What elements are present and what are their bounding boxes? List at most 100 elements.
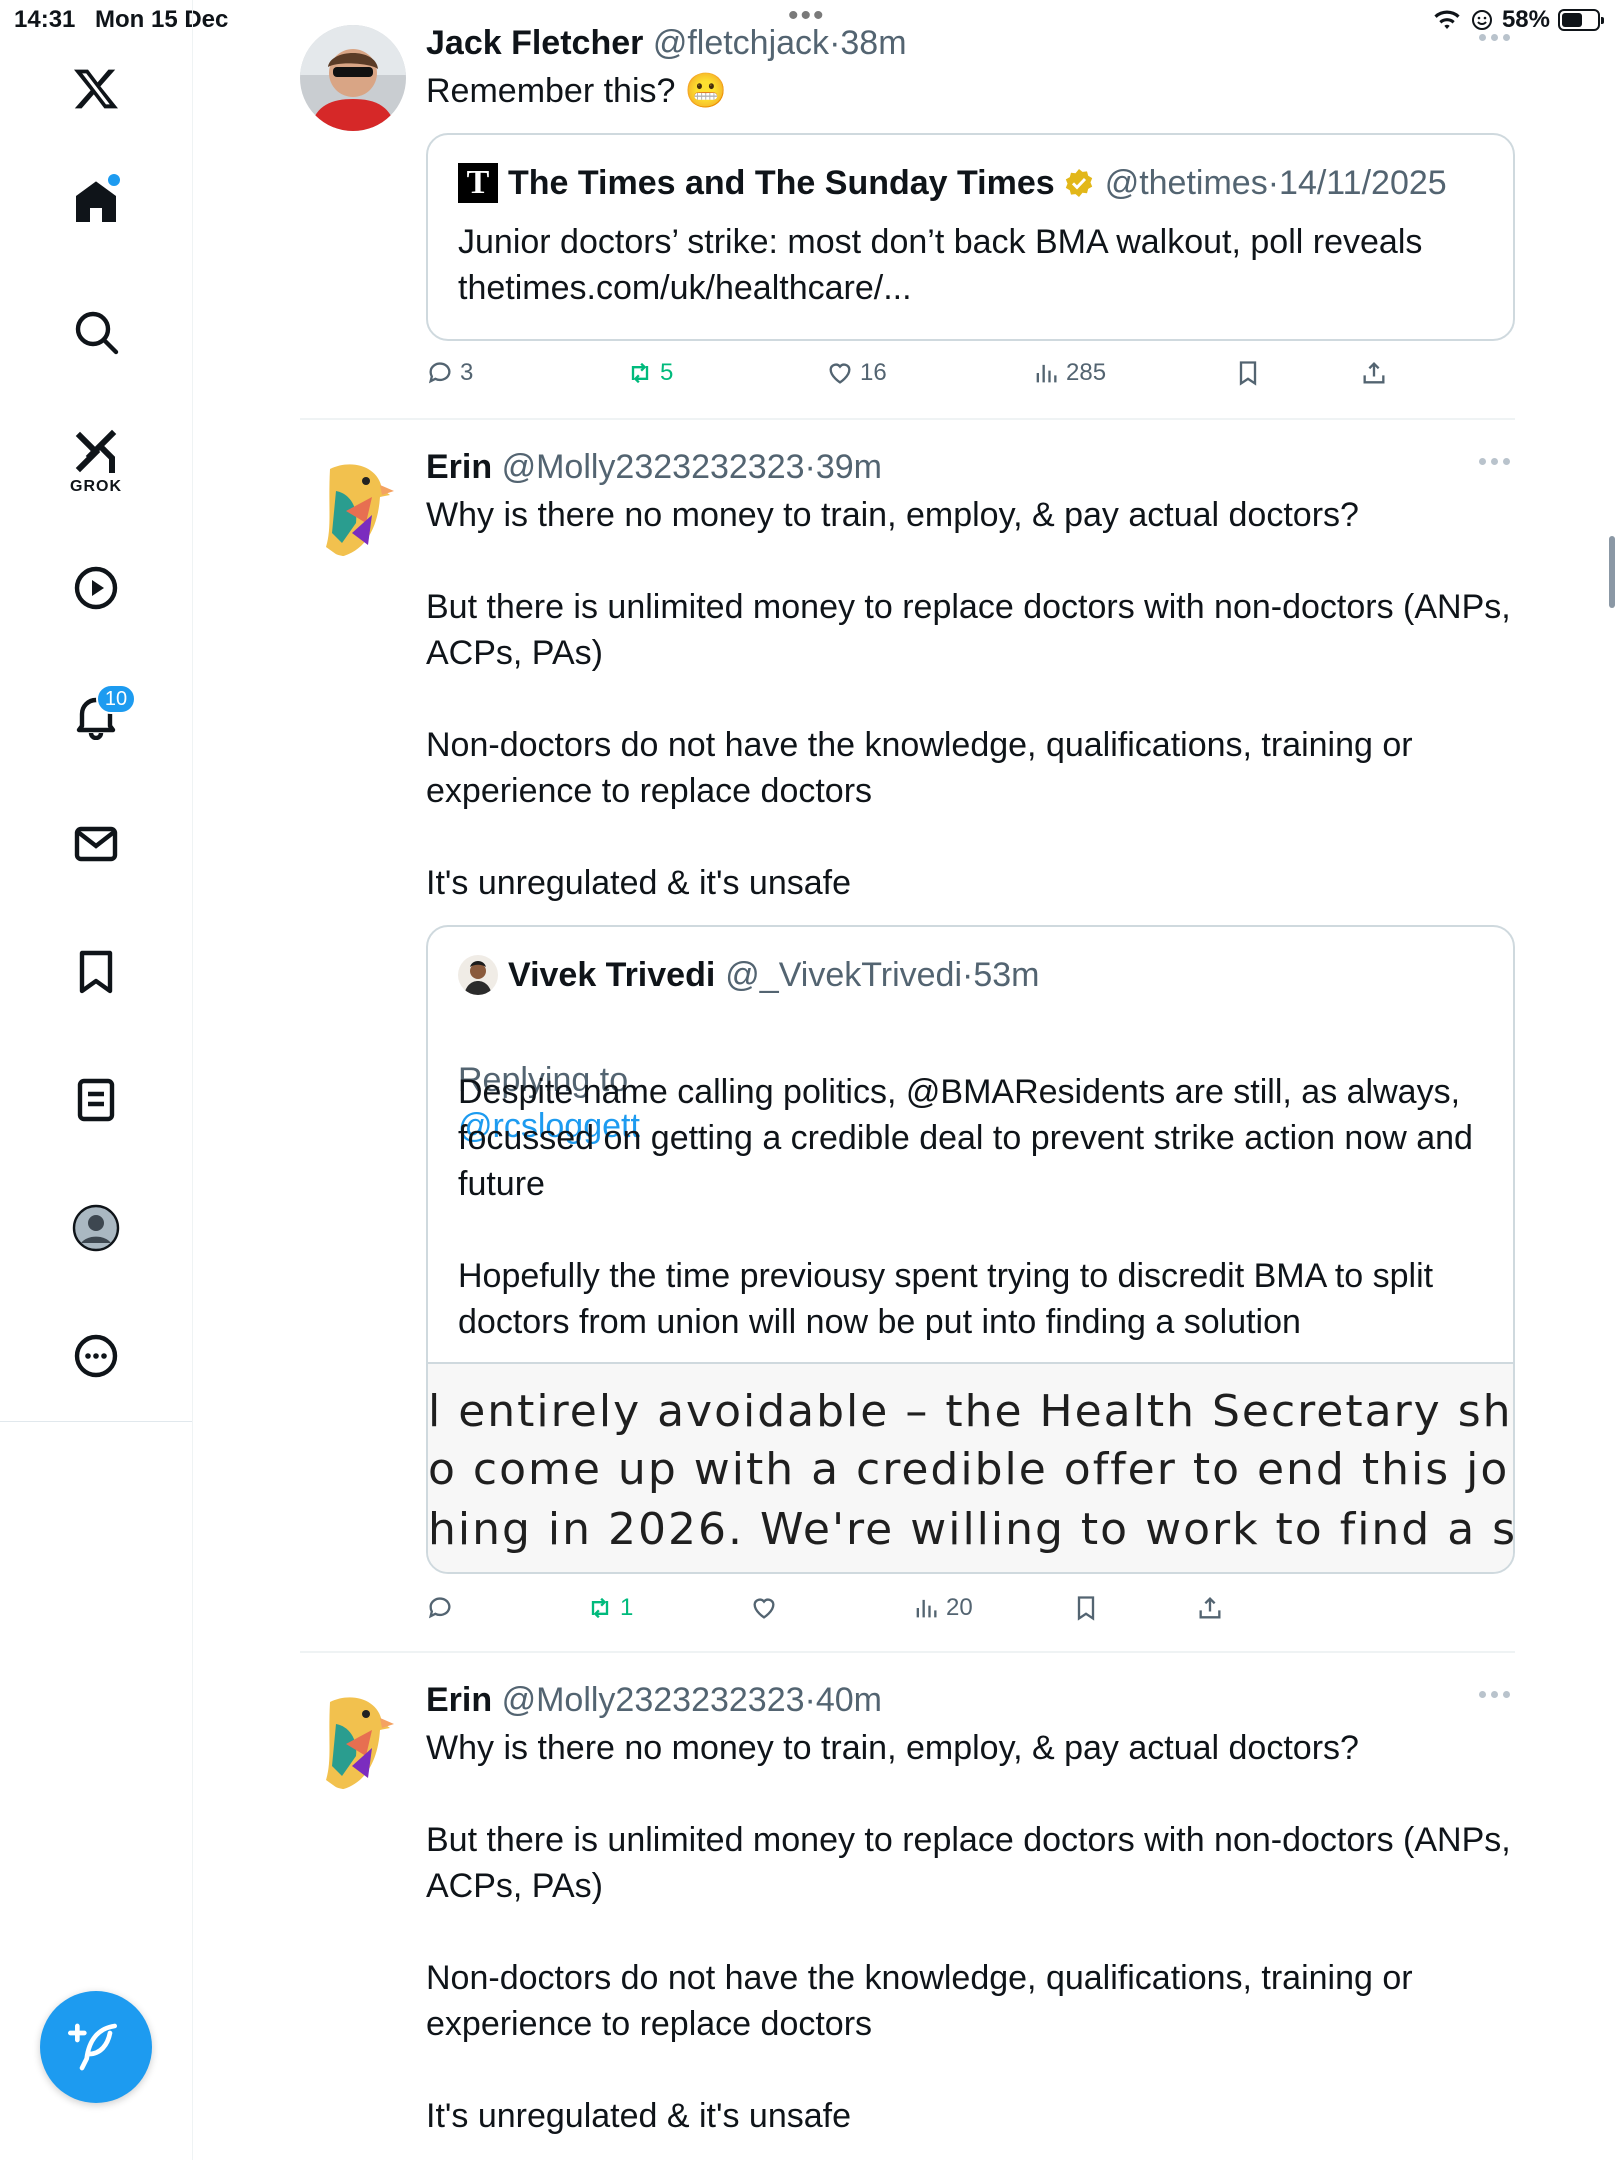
- scrollbar[interactable]: [1609, 536, 1615, 608]
- tweet-actions: 3 5 16 285: [426, 359, 1515, 399]
- list-icon[interactable]: [66, 1070, 126, 1130]
- quote-text: Despite name calling politics, @BMAResid…: [458, 1073, 1473, 1341]
- reply-icon: [428, 1597, 451, 1619]
- like-button[interactable]: 16: [826, 359, 887, 387]
- views-count: 285: [1066, 359, 1107, 386]
- views-button[interactable]: 20: [912, 1594, 973, 1622]
- quote-image[interactable]: l entirely avoidable – the Health Secret…: [428, 1362, 1513, 1572]
- share-icon: [1199, 1597, 1221, 1619]
- retweet-icon: [631, 362, 649, 384]
- grok-icon[interactable]: [66, 422, 126, 482]
- notifications-badge: 10: [96, 684, 136, 714]
- tweet-header: Erin @Molly2323232323·39m: [426, 446, 1515, 488]
- bell-icon[interactable]: 10: [66, 684, 136, 746]
- views-icon: [1036, 364, 1057, 383]
- author-handle[interactable]: @Molly2323232323: [502, 448, 805, 486]
- separator: ·: [804, 448, 816, 486]
- timestamp[interactable]: 40m: [816, 1681, 882, 1719]
- play-icon[interactable]: [66, 558, 126, 618]
- reply-icon: [428, 362, 451, 384]
- home-icon[interactable]: [66, 172, 126, 232]
- quote-author-handle: @thetimes: [1104, 163, 1268, 202]
- separator: ·: [962, 955, 974, 994]
- image-text-line: o come up with a credible offer to end t…: [428, 1444, 1513, 1495]
- timestamp[interactable]: 39m: [816, 448, 882, 486]
- battery-icon: [1558, 9, 1604, 31]
- quote-timestamp: 53m: [973, 955, 1040, 994]
- more-options-icon[interactable]: [1479, 1691, 1515, 1705]
- share-icon: [1363, 362, 1385, 384]
- tweet-text: Remember this? 😬: [426, 72, 728, 110]
- tweet[interactable]: Erin @Molly2323232323·40m Why is there n…: [300, 1679, 1515, 2160]
- grok-label: GROK: [70, 478, 122, 495]
- views-icon: [916, 1599, 937, 1618]
- quote-header: Vivek Trivedi @_VivekTrivedi · 53m: [458, 955, 1039, 995]
- retweet-count: 1: [620, 1594, 634, 1621]
- like-count: 16: [860, 359, 887, 386]
- tweet-divider: [300, 418, 1515, 420]
- bookmark-icon: [1239, 361, 1257, 386]
- quote-author-name: The Times and The Sunday Times: [508, 163, 1055, 202]
- avatar-icon[interactable]: [66, 1198, 126, 1258]
- avatar[interactable]: [300, 1684, 406, 1790]
- retweet-button[interactable]: 1: [586, 1594, 633, 1622]
- quote-avatar: [458, 955, 498, 995]
- tweet-text: Why is there no money to train, employ, …: [426, 1729, 1511, 2135]
- quote-author-name: Vivek Trivedi: [508, 955, 716, 994]
- bookmark-button[interactable]: [1234, 359, 1262, 387]
- tweet-header: Erin @Molly2323232323·40m: [426, 1679, 1515, 1721]
- quote-header: T The Times and The Sunday Times @thetim…: [458, 163, 1447, 203]
- search-icon[interactable]: [66, 302, 126, 362]
- author-name[interactable]: Erin: [426, 448, 492, 486]
- views-count: 20: [946, 1594, 973, 1621]
- sidebar-divider: [0, 1421, 192, 1422]
- tweet-header: Jack Fletcher @fletchjack·38m: [426, 22, 1515, 64]
- separator: ·: [804, 1681, 816, 1719]
- reply-count: 3: [460, 359, 474, 386]
- share-button[interactable]: [1196, 1594, 1224, 1622]
- sidebar: GROK 10: [0, 0, 193, 2160]
- separator: ·: [1267, 163, 1280, 202]
- mail-icon[interactable]: [66, 814, 126, 874]
- compose-button[interactable]: [40, 1991, 152, 2103]
- reply-button[interactable]: 3: [426, 359, 473, 387]
- more-options-icon[interactable]: [1479, 34, 1515, 48]
- author-handle[interactable]: @fletchjack: [653, 24, 829, 62]
- more-options-icon[interactable]: [1479, 458, 1515, 472]
- tweet[interactable]: Erin @Molly2323232323·39m Why is there n…: [300, 446, 1515, 1646]
- share-button[interactable]: [1360, 359, 1388, 387]
- author-name[interactable]: Jack Fletcher: [426, 24, 643, 62]
- heart-icon: [829, 363, 851, 384]
- author-handle[interactable]: @Molly2323232323: [502, 1681, 805, 1719]
- retweet-count: 5: [660, 359, 674, 386]
- tweet-actions: 1 20: [426, 1594, 1515, 1634]
- like-button[interactable]: [750, 1594, 784, 1622]
- quote-author-handle: @_VivekTrivedi: [725, 955, 963, 994]
- reply-button[interactable]: [426, 1594, 460, 1622]
- heart-icon: [753, 1598, 775, 1619]
- verified-badge-icon: [1065, 169, 1092, 197]
- more-circle-icon[interactable]: [66, 1326, 126, 1386]
- quote-card[interactable]: T The Times and The Sunday Times @thetim…: [426, 133, 1515, 341]
- views-button[interactable]: 285: [1032, 359, 1106, 387]
- quote-card[interactable]: Vivek Trivedi @_VivekTrivedi · 53m Replyin…: [426, 925, 1515, 1574]
- compose-feather-icon: [68, 2023, 117, 2071]
- avatar[interactable]: [300, 451, 406, 557]
- tweet-text: Why is there no money to train, employ, …: [426, 496, 1511, 902]
- separator: ·: [829, 24, 841, 62]
- retweet-icon: [591, 1597, 609, 1619]
- bookmark-icon: [1077, 1596, 1095, 1621]
- bookmark-button[interactable]: [1072, 1594, 1100, 1622]
- bookmark-icon[interactable]: [66, 942, 126, 1002]
- image-text-line: hing in 2026. We're willing to work to f…: [428, 1504, 1513, 1555]
- x-logo-icon[interactable]: [66, 59, 126, 119]
- retweet-button[interactable]: 5: [626, 359, 673, 387]
- author-name[interactable]: Erin: [426, 1681, 492, 1719]
- quote-timestamp: 14/11/2025: [1279, 163, 1447, 202]
- tweet[interactable]: Jack Fletcher @fletchjack·38m Remember t…: [300, 22, 1515, 422]
- avatar[interactable]: [300, 25, 406, 131]
- tweet-divider: [300, 1651, 1515, 1653]
- image-text-line: l entirely avoidable – the Health Secret…: [428, 1386, 1513, 1437]
- home-unread-dot: [106, 172, 122, 188]
- timestamp[interactable]: 38m: [840, 24, 906, 62]
